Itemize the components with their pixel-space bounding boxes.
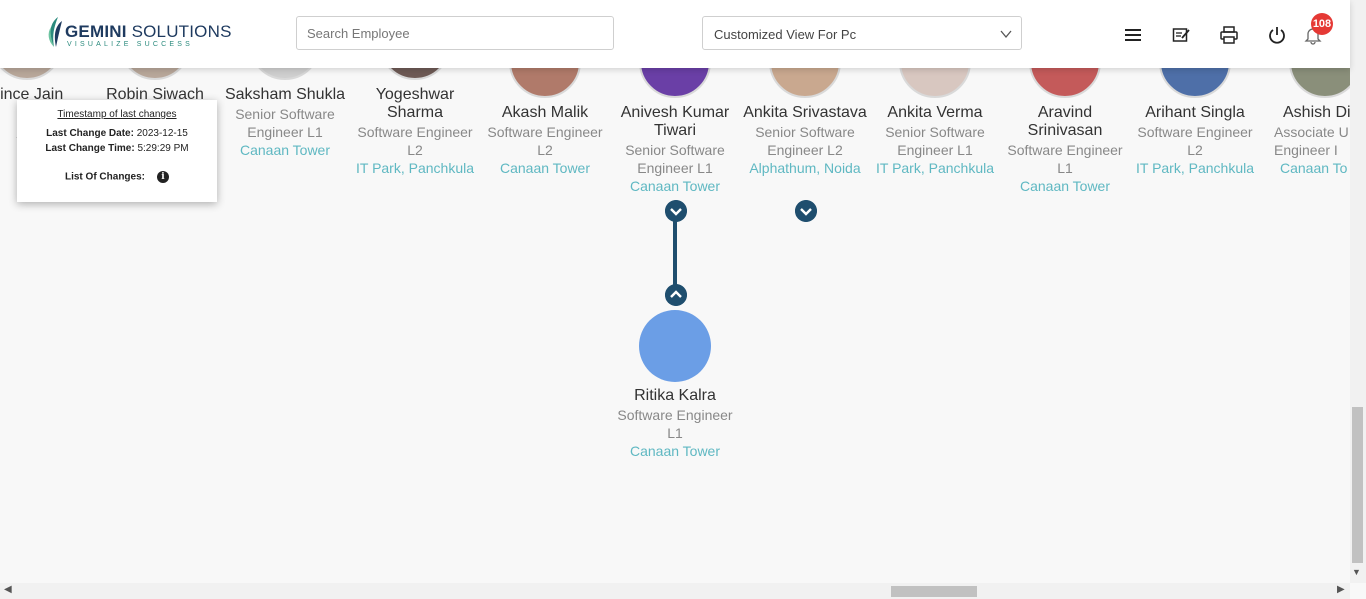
logo-tagline: VISUALIZE SUCCESS: [67, 41, 193, 48]
employee-location: IT Park, Panchkula: [1135, 160, 1255, 176]
employee-role: Software Engineer L2: [357, 124, 473, 158]
employee-name: Ritika Kalra: [634, 387, 716, 404]
employee-location: Canaan Tower: [1019, 178, 1111, 194]
employee-name: Saksham Shukla: [224, 86, 346, 103]
gemini-logo[interactable]: GEMINI SOLUTIONS VISUALIZE SUCCESS: [46, 17, 231, 51]
chevron-up-icon[interactable]: [665, 284, 687, 306]
power-icon[interactable]: [1267, 25, 1287, 45]
timestamp-tooltip: Timestamp of last changes Last Change Da…: [17, 100, 217, 202]
employee-card[interactable]: Yogeshwar Sharma Software Engineer L2 IT…: [350, 86, 480, 177]
employee-name: Anivesh Kumar Tiwari: [620, 104, 730, 139]
employee-card[interactable]: Anivesh Kumar Tiwari Senior Software Eng…: [610, 104, 740, 195]
expand-toggle-icon[interactable]: [795, 200, 817, 222]
scroll-left-arrow-icon[interactable]: ◀: [4, 584, 12, 595]
employee-name: Arihant Singla: [1145, 104, 1245, 121]
employee-role: Software Engineer L1: [1007, 142, 1123, 176]
avatar[interactable]: [639, 310, 711, 382]
horizontal-scroll-thumb[interactable]: [891, 586, 977, 597]
employee-role: Software Engineer L2: [1137, 124, 1253, 158]
employee-card[interactable]: Ankita Srivastava Senior Software Engine…: [740, 104, 870, 177]
employee-name: Akash Malik: [501, 104, 589, 121]
employee-role: Software Engineer L2: [487, 124, 603, 158]
view-select-value: Customized View For Pc: [714, 27, 857, 42]
view-select[interactable]: Customized View For Pc: [702, 16, 1022, 50]
print-icon[interactable]: [1219, 25, 1239, 45]
employee-name: Yogeshwar Sharma: [375, 86, 455, 121]
collapse-toggle-icon[interactable]: [665, 200, 687, 222]
employee-location: Canaan Tower: [629, 443, 721, 459]
employee-location: IT Park, Panchkula: [355, 160, 475, 176]
employee-name: Aravind Srinivasan: [1027, 104, 1103, 139]
employee-card[interactable]: Aravind Srinivasan Software Engineer L1 …: [1000, 104, 1130, 195]
scroll-down-arrow-icon[interactable]: ▼: [1352, 567, 1361, 577]
employee-card[interactable]: Ashish Di Associate U Engineer I Canaan …: [1260, 104, 1350, 177]
employee-role: Senior Software Engineer L1: [235, 106, 335, 140]
employee-location: Canaan To: [1280, 160, 1348, 176]
vertical-scroll-thumb[interactable]: [1352, 407, 1363, 563]
employee-card[interactable]: Ritika Kalra Software Engineer L1 Canaan…: [610, 387, 740, 460]
search-employee-input[interactable]: [296, 16, 614, 50]
employee-role: Senior Software Engineer L1: [885, 124, 985, 158]
notification-badge: 108: [1311, 13, 1333, 35]
employee-name: Ankita Verma: [887, 104, 983, 121]
employee-name: Ankita Srivastava: [743, 104, 867, 121]
org-connector-line: [673, 220, 677, 292]
employee-card[interactable]: Ankita Verma Senior Software Engineer L1…: [870, 104, 1000, 177]
last-change-date: Last Change Date: 2023-12-15: [46, 128, 188, 139]
employee-card[interactable]: Saksham Shukla Senior Software Engineer …: [220, 86, 350, 159]
employee-role: Associate U Engineer I: [1274, 124, 1349, 158]
employee-name: Ashish Di: [1283, 104, 1350, 121]
logo-title: GEMINI SOLUTIONS: [65, 22, 232, 41]
menu-icon[interactable]: [1123, 25, 1143, 45]
scroll-right-arrow-icon[interactable]: ▶: [1337, 584, 1345, 595]
top-header: GEMINI SOLUTIONS VISUALIZE SUCCESS Custo…: [0, 0, 1350, 68]
employee-location: Canaan Tower: [629, 178, 721, 194]
employee-location: IT Park, Panchkula: [875, 160, 995, 176]
employee-location: Canaan Tower: [499, 160, 591, 176]
employee-role: Senior Software Engineer L1: [625, 142, 725, 176]
info-icon[interactable]: i: [157, 171, 169, 183]
edit-note-icon[interactable]: [1171, 25, 1191, 45]
employee-location: Alphathum, Noida: [749, 160, 861, 176]
chevron-down-icon: [1000, 30, 1012, 39]
employee-card[interactable]: Arihant Singla Software Engineer L2 IT P…: [1130, 104, 1260, 177]
last-change-time: Last Change Time: 5:29:29 PM: [45, 143, 189, 154]
employee-role: Senior Software Engineer L2: [755, 124, 855, 158]
employee-location: Canaan Tower: [239, 142, 331, 158]
employee-role: Software Engineer L1: [617, 407, 733, 441]
horizontal-scrollbar[interactable]: [0, 583, 1350, 599]
employee-card[interactable]: Akash Malik Software Engineer L2 Canaan …: [480, 104, 610, 177]
list-of-changes: List Of Changes: i: [17, 171, 217, 183]
tooltip-title: Timestamp of last changes: [57, 109, 177, 120]
